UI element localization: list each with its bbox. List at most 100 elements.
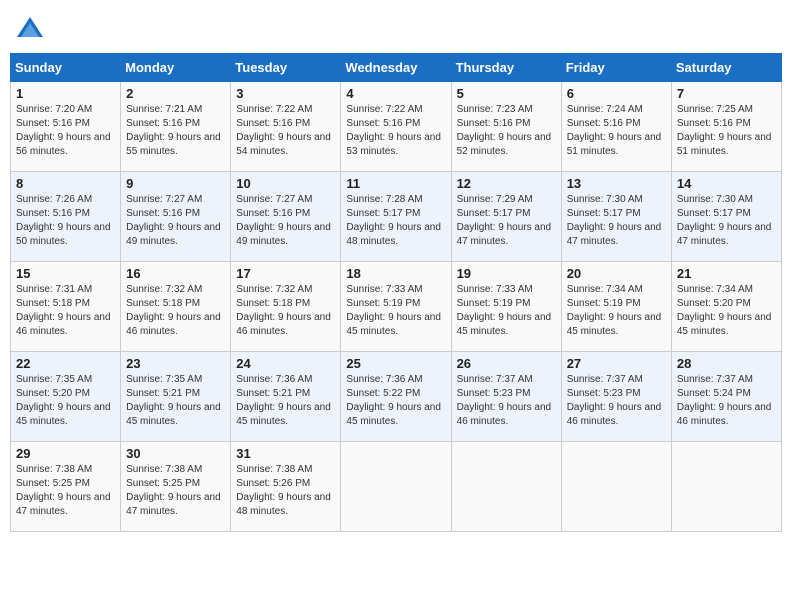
day-info: Sunrise: 7:28 AMSunset: 5:17 PMDaylight:… xyxy=(346,193,445,249)
calendar-day-cell: 23 Sunrise: 7:35 AMSunset: 5:21 PMDayligh… xyxy=(121,352,231,442)
calendar-header-row: SundayMondayTuesdayWednesdayThursdayFrid… xyxy=(11,54,782,82)
day-info: Sunrise: 7:37 AMSunset: 5:23 PMDaylight:… xyxy=(457,373,556,429)
day-info: Sunrise: 7:27 AMSunset: 5:16 PMDaylight:… xyxy=(236,193,335,249)
day-info: Sunrise: 7:37 AMSunset: 5:23 PMDaylight:… xyxy=(567,373,666,429)
calendar-day-cell: 6 Sunrise: 7:24 AMSunset: 5:16 PMDaylight… xyxy=(561,82,671,172)
day-number: 22 xyxy=(16,356,115,371)
day-number: 5 xyxy=(457,86,556,101)
day-info: Sunrise: 7:32 AMSunset: 5:18 PMDaylight:… xyxy=(126,283,225,339)
day-number: 2 xyxy=(126,86,225,101)
day-number: 3 xyxy=(236,86,335,101)
day-of-week-header: Sunday xyxy=(11,54,121,82)
calendar-week-row: 1 Sunrise: 7:20 AMSunset: 5:16 PMDaylight… xyxy=(11,82,782,172)
calendar-day-cell: 15Sunrise: 7:31 AMSunset: 5:18 PMDayligh… xyxy=(11,262,121,352)
day-number: 26 xyxy=(457,356,556,371)
calendar-day-cell: 5 Sunrise: 7:23 AMSunset: 5:16 PMDaylight… xyxy=(451,82,561,172)
day-number: 14 xyxy=(677,176,776,191)
day-info: Sunrise: 7:21 AMSunset: 5:16 PMDaylight:… xyxy=(126,103,225,159)
calendar-day-cell: 28 Sunrise: 7:37 AMSunset: 5:24 PMDayligh… xyxy=(671,352,781,442)
day-number: 9 xyxy=(126,176,225,191)
day-info: Sunrise: 7:34 AMSunset: 5:20 PMDaylight:… xyxy=(677,283,776,339)
day-number: 12 xyxy=(457,176,556,191)
calendar-day-cell: 18Sunrise: 7:33 AMSunset: 5:19 PMDayligh… xyxy=(341,262,451,352)
logo xyxy=(15,15,49,45)
calendar-day-cell: 11Sunrise: 7:28 AMSunset: 5:17 PMDayligh… xyxy=(341,172,451,262)
day-of-week-header: Tuesday xyxy=(231,54,341,82)
calendar-day-cell: 22 Sunrise: 7:35 AMSunset: 5:20 PMDayligh… xyxy=(11,352,121,442)
calendar-day-cell: 8 Sunrise: 7:26 AMSunset: 5:16 PMDaylight… xyxy=(11,172,121,262)
day-number: 20 xyxy=(567,266,666,281)
day-number: 6 xyxy=(567,86,666,101)
calendar-week-row: 8 Sunrise: 7:26 AMSunset: 5:16 PMDaylight… xyxy=(11,172,782,262)
day-info: Sunrise: 7:27 AMSunset: 5:16 PMDaylight:… xyxy=(126,193,225,249)
day-of-week-header: Saturday xyxy=(671,54,781,82)
calendar-day-cell: 26 Sunrise: 7:37 AMSunset: 5:23 PMDayligh… xyxy=(451,352,561,442)
calendar-day-cell: 1 Sunrise: 7:20 AMSunset: 5:16 PMDaylight… xyxy=(11,82,121,172)
calendar-day-cell xyxy=(451,442,561,532)
day-number: 23 xyxy=(126,356,225,371)
calendar-week-row: 29 Sunrise: 7:38 AMSunset: 5:25 PMDayligh… xyxy=(11,442,782,532)
calendar-day-cell: 21 Sunrise: 7:34 AMSunset: 5:20 PMDayligh… xyxy=(671,262,781,352)
calendar-day-cell: 12Sunrise: 7:29 AMSunset: 5:17 PMDayligh… xyxy=(451,172,561,262)
day-info: Sunrise: 7:38 AMSunset: 5:26 PMDaylight:… xyxy=(236,463,335,519)
day-number: 17 xyxy=(236,266,335,281)
day-number: 7 xyxy=(677,86,776,101)
day-info: Sunrise: 7:33 AMSunset: 5:19 PMDaylight:… xyxy=(457,283,556,339)
day-info: Sunrise: 7:38 AMSunset: 5:25 PMDaylight:… xyxy=(126,463,225,519)
day-info: Sunrise: 7:36 AMSunset: 5:21 PMDaylight:… xyxy=(236,373,335,429)
day-number: 13 xyxy=(567,176,666,191)
calendar-day-cell: 9 Sunrise: 7:27 AMSunset: 5:16 PMDaylight… xyxy=(121,172,231,262)
day-info: Sunrise: 7:33 AMSunset: 5:19 PMDaylight:… xyxy=(346,283,445,339)
calendar-day-cell: 25 Sunrise: 7:36 AMSunset: 5:22 PMDayligh… xyxy=(341,352,451,442)
calendar-day-cell: 29 Sunrise: 7:38 AMSunset: 5:25 PMDayligh… xyxy=(11,442,121,532)
day-info: Sunrise: 7:36 AMSunset: 5:22 PMDaylight:… xyxy=(346,373,445,429)
day-number: 1 xyxy=(16,86,115,101)
day-info: Sunrise: 7:30 AMSunset: 5:17 PMDaylight:… xyxy=(567,193,666,249)
day-info: Sunrise: 7:22 AMSunset: 5:16 PMDaylight:… xyxy=(346,103,445,159)
day-info: Sunrise: 7:26 AMSunset: 5:16 PMDaylight:… xyxy=(16,193,115,249)
calendar-day-cell: 27Sunrise: 7:37 AMSunset: 5:23 PMDayligh… xyxy=(561,352,671,442)
calendar-day-cell: 14Sunrise: 7:30 AMSunset: 5:17 PMDayligh… xyxy=(671,172,781,262)
day-number: 30 xyxy=(126,446,225,461)
calendar-day-cell: 16 Sunrise: 7:32 AMSunset: 5:18 PMDayligh… xyxy=(121,262,231,352)
calendar-day-cell: 13 Sunrise: 7:30 AMSunset: 5:17 PMDayligh… xyxy=(561,172,671,262)
day-number: 28 xyxy=(677,356,776,371)
day-number: 10 xyxy=(236,176,335,191)
calendar-day-cell: 19 Sunrise: 7:33 AMSunset: 5:19 PMDayligh… xyxy=(451,262,561,352)
calendar-day-cell: 4 Sunrise: 7:22 AMSunset: 5:16 PMDaylight… xyxy=(341,82,451,172)
day-number: 29 xyxy=(16,446,115,461)
calendar-day-cell: 24Sunrise: 7:36 AMSunset: 5:21 PMDayligh… xyxy=(231,352,341,442)
day-info: Sunrise: 7:34 AMSunset: 5:19 PMDaylight:… xyxy=(567,283,666,339)
day-info: Sunrise: 7:23 AMSunset: 5:16 PMDaylight:… xyxy=(457,103,556,159)
day-of-week-header: Thursday xyxy=(451,54,561,82)
page-header xyxy=(10,10,782,45)
day-info: Sunrise: 7:35 AMSunset: 5:20 PMDaylight:… xyxy=(16,373,115,429)
day-info: Sunrise: 7:20 AMSunset: 5:16 PMDaylight:… xyxy=(16,103,115,159)
day-of-week-header: Friday xyxy=(561,54,671,82)
day-number: 31 xyxy=(236,446,335,461)
day-of-week-header: Wednesday xyxy=(341,54,451,82)
day-number: 19 xyxy=(457,266,556,281)
day-number: 25 xyxy=(346,356,445,371)
day-info: Sunrise: 7:35 AMSunset: 5:21 PMDaylight:… xyxy=(126,373,225,429)
day-number: 4 xyxy=(346,86,445,101)
calendar-day-cell xyxy=(561,442,671,532)
calendar-day-cell: 20 Sunrise: 7:34 AMSunset: 5:19 PMDayligh… xyxy=(561,262,671,352)
day-info: Sunrise: 7:38 AMSunset: 5:25 PMDaylight:… xyxy=(16,463,115,519)
day-number: 8 xyxy=(16,176,115,191)
day-info: Sunrise: 7:37 AMSunset: 5:24 PMDaylight:… xyxy=(677,373,776,429)
day-number: 15 xyxy=(16,266,115,281)
logo-icon xyxy=(15,15,45,45)
day-of-week-header: Monday xyxy=(121,54,231,82)
day-number: 21 xyxy=(677,266,776,281)
calendar-day-cell: 17Sunrise: 7:32 AMSunset: 5:18 PMDayligh… xyxy=(231,262,341,352)
calendar-day-cell: 7Sunrise: 7:25 AMSunset: 5:16 PMDaylight… xyxy=(671,82,781,172)
calendar-day-cell xyxy=(671,442,781,532)
day-info: Sunrise: 7:24 AMSunset: 5:16 PMDaylight:… xyxy=(567,103,666,159)
calendar-day-cell: 30 Sunrise: 7:38 AMSunset: 5:25 PMDayligh… xyxy=(121,442,231,532)
calendar-week-row: 15Sunrise: 7:31 AMSunset: 5:18 PMDayligh… xyxy=(11,262,782,352)
calendar-table: SundayMondayTuesdayWednesdayThursdayFrid… xyxy=(10,53,782,532)
calendar-day-cell: 31 Sunrise: 7:38 AMSunset: 5:26 PMDayligh… xyxy=(231,442,341,532)
day-number: 16 xyxy=(126,266,225,281)
calendar-day-cell: 3Sunrise: 7:22 AMSunset: 5:16 PMDaylight… xyxy=(231,82,341,172)
